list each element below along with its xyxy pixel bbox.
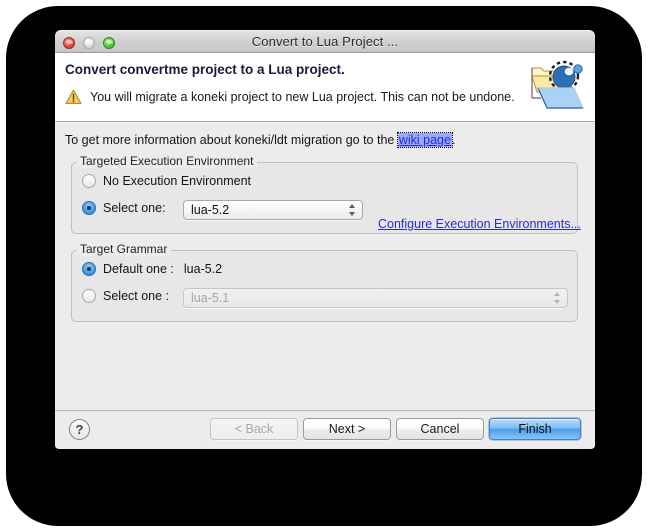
back-button[interactable]: < Back — [210, 418, 298, 440]
radio-no-execution-environment-label: No Execution Environment — [103, 174, 251, 188]
window-title: Convert to Lua Project ... — [251, 34, 399, 49]
radio-select-one-grammar[interactable] — [82, 289, 96, 303]
finish-button[interactable]: Finish — [489, 418, 581, 440]
page-title: Convert convertme project to a Lua proje… — [65, 62, 345, 77]
default-grammar-value: lua-5.2 — [183, 262, 223, 276]
info-line-suffix: . — [451, 133, 456, 147]
target-grammar-group: Target Grammar Default one : lua-5.2 Sel… — [71, 242, 578, 322]
chevron-stepper-icon — [554, 291, 561, 305]
target-grammar-group-title: Target Grammar — [76, 242, 172, 256]
select-one-grammar-option[interactable]: Select one : — [82, 289, 169, 303]
grammar-combo: lua-5.1 — [183, 288, 568, 308]
wiki-page-link[interactable]: wiki page — [396, 132, 453, 148]
cancel-button[interactable]: Cancel — [396, 418, 484, 440]
dialog-header: Convert convertme project to a Lua proje… — [55, 53, 595, 122]
warning-text: You will migrate a koneki project to new… — [90, 90, 515, 104]
radio-no-execution-environment[interactable] — [82, 174, 96, 188]
warning-row: You will migrate a koneki project to new… — [65, 89, 515, 105]
convert-project-folder-icon — [527, 58, 587, 116]
help-button[interactable]: ? — [69, 419, 90, 440]
title-bar: Convert to Lua Project ... — [55, 30, 595, 53]
dialog-body: To get more information about koneki/ldt… — [55, 122, 595, 410]
configure-execution-environments-link[interactable]: Configure Execution Environments... — [378, 217, 581, 231]
info-line-prefix: To get more information about koneki/ldt… — [65, 133, 398, 147]
radio-default-grammar[interactable] — [82, 262, 96, 276]
default-grammar-option[interactable]: Default one : lua-5.2 — [82, 262, 222, 276]
warning-triangle-icon — [65, 89, 82, 105]
radio-select-one-execution-environment-label: Select one: — [103, 201, 166, 215]
radio-select-one-execution-environment[interactable] — [82, 201, 96, 215]
targeted-execution-environment-group-title: Targeted Execution Environment — [76, 154, 258, 168]
select-one-execution-environment-option[interactable]: Select one: — [82, 201, 166, 215]
chevron-stepper-icon[interactable] — [349, 203, 356, 217]
dialog-footer: ? < Back Next > Cancel Finish — [55, 410, 595, 448]
convert-to-lua-project-dialog: Convert to Lua Project ... Convert conve… — [55, 30, 595, 449]
radio-default-grammar-label: Default one : — [103, 262, 174, 276]
no-execution-environment-option[interactable]: No Execution Environment — [82, 174, 251, 188]
grammar-combo-value: lua-5.1 — [191, 291, 230, 305]
execution-environment-combo-value: lua-5.2 — [191, 203, 230, 217]
targeted-execution-environment-group: Targeted Execution Environment No Execut… — [71, 154, 581, 234]
execution-environment-combo[interactable]: lua-5.2 — [183, 200, 363, 220]
next-button[interactable]: Next > — [303, 418, 391, 440]
radio-select-one-grammar-label: Select one : — [103, 289, 170, 303]
info-line: To get more information about koneki/ldt… — [65, 132, 456, 148]
